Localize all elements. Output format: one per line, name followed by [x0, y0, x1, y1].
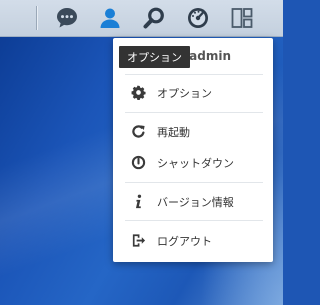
gear-icon [130, 84, 146, 100]
menu-item-logout[interactable]: ログアウト [113, 224, 273, 256]
chat-icon[interactable] [54, 5, 80, 31]
menu-item-restart[interactable]: 再起動 [113, 115, 273, 147]
menu-divider [125, 182, 263, 183]
taskbar [0, 0, 283, 37]
menu-divider [125, 220, 263, 221]
menu-divider [125, 112, 263, 113]
menu-item-label: ログアウト [157, 235, 212, 248]
user-icon[interactable] [97, 5, 123, 31]
search-icon[interactable] [141, 5, 167, 31]
taskbar-separator [36, 6, 37, 30]
menu-item-version-info[interactable]: バージョン情報 [113, 185, 273, 217]
dashboard-gauge-icon[interactable] [185, 5, 211, 31]
power-icon [130, 154, 146, 170]
restart-icon [130, 123, 146, 139]
widgets-icon[interactable] [229, 5, 255, 31]
options-tooltip: オプション [119, 46, 190, 68]
user-dropdown-menu: admin オプション 再起動 シャットダウン バージョン情報 ログアウト [113, 38, 273, 262]
menu-item-shutdown[interactable]: シャットダウン [113, 146, 273, 178]
menu-item-label: 再起動 [157, 126, 190, 139]
menu-item-label: オプション [157, 87, 212, 100]
menu-item-label: バージョン情報 [157, 196, 234, 209]
menu-divider [125, 74, 263, 75]
info-icon [130, 193, 146, 209]
logout-icon [130, 232, 146, 248]
menu-item-label: シャットダウン [157, 157, 234, 170]
menu-item-options[interactable]: オプション [113, 76, 273, 108]
